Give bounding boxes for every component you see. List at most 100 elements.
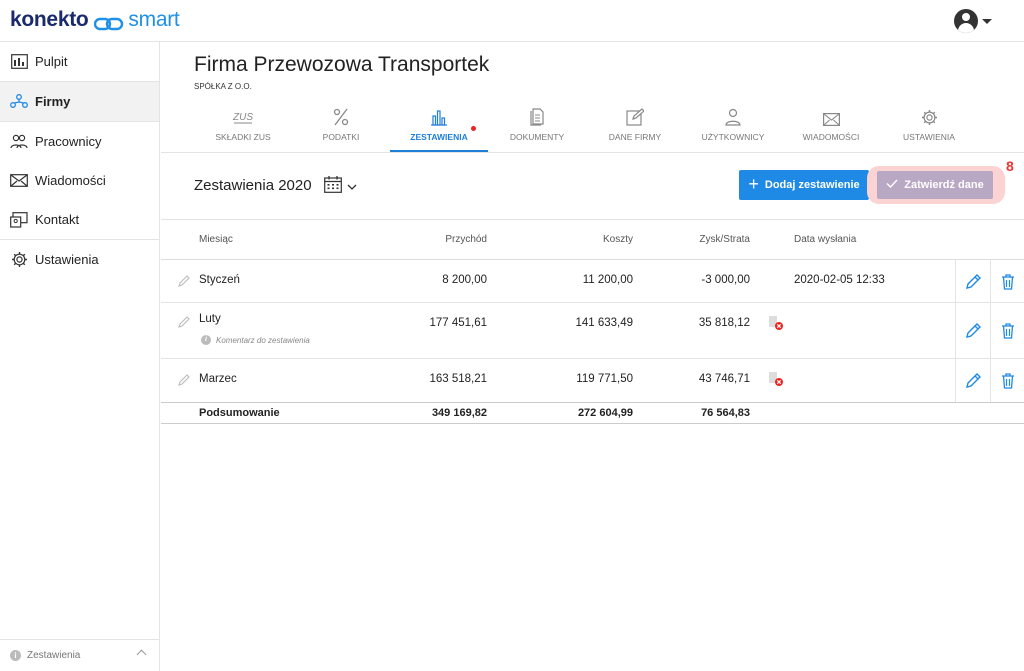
tab-bar: ZUS SKŁADKI ZUS PODATKI ZESTAWIENIA DOKU…	[194, 102, 978, 152]
tab-ustawienia[interactable]: USTAWIENIA	[880, 102, 978, 152]
annotation-badge: 8	[1006, 158, 1014, 174]
tab-podatki[interactable]: PODATKI	[292, 102, 390, 152]
summary-label: Podsumowanie	[199, 407, 280, 419]
divider	[990, 303, 991, 358]
row-month: Styczeń	[199, 274, 240, 286]
gear-icon	[880, 104, 978, 126]
column-header-profit: Zysk/Strata	[699, 234, 750, 245]
row-profit: 43 746,71	[698, 373, 750, 385]
sidebar-item-ustawienia[interactable]: Ustawienia	[0, 240, 159, 279]
summary-costs: 272 604,99	[577, 407, 633, 419]
mail-icon	[10, 172, 28, 190]
info-icon: i	[10, 650, 21, 661]
statements-table: Miesiąc Przychód Koszty Zysk/Strata Data…	[161, 220, 1024, 424]
table-row: Styczeń 8 200,00 11 200,00 -3 000,00 202…	[161, 260, 1024, 303]
companies-icon	[10, 93, 28, 111]
chevron-down-icon	[982, 18, 992, 24]
gear-icon	[10, 251, 28, 269]
table-row: Marzec 163 518,21 119 771,50 43 746,71	[161, 359, 1024, 402]
sidebar-item-label: Pulpit	[35, 54, 68, 69]
table-row: Luty i Komentarz do zestawienia 177 451,…	[161, 303, 1024, 359]
app-logo[interactable]: konekto smart	[10, 8, 180, 32]
divider	[955, 359, 956, 402]
row-comment[interactable]: i Komentarz do zestawienia	[201, 335, 310, 345]
row-costs: 119 771,50	[576, 373, 633, 385]
tab-dokumenty[interactable]: DOKUMENTY	[488, 102, 586, 152]
row-sent-date: 2020-02-05 12:33	[794, 274, 885, 286]
column-header-income: Przychód	[445, 234, 487, 245]
company-type: SPÓŁKA Z O.O.	[194, 82, 252, 91]
sidebar-item-label: Firmy	[35, 94, 71, 109]
pencil-icon[interactable]	[177, 373, 191, 387]
document-icon	[488, 104, 586, 126]
bar-chart-icon	[390, 104, 488, 126]
table-header: Miesiąc Przychód Koszty Zysk/Strata Data…	[161, 220, 1024, 260]
tab-dane-firmy[interactable]: DANE FIRMY	[586, 102, 684, 152]
delete-row-button[interactable]	[999, 273, 1017, 291]
sidebar-item-firmy[interactable]: Firmy	[0, 82, 159, 121]
pencil-icon[interactable]	[177, 315, 191, 329]
edit-icon	[586, 104, 684, 126]
sidebar-item-label: Pracownicy	[35, 134, 102, 149]
add-statement-label: Dodaj zestawienie	[764, 179, 860, 191]
section-title: Zestawienia 2020	[194, 177, 312, 194]
sidebar-item-pracownicy[interactable]: Pracownicy	[0, 122, 159, 161]
sidebar-footer[interactable]: i Zestawienia	[0, 639, 159, 671]
dashboard-icon	[10, 53, 28, 71]
user-menu[interactable]	[954, 9, 992, 33]
sidebar-item-wiadomosci[interactable]: Wiadomości	[0, 161, 159, 200]
tab-label: SKŁADKI ZUS	[215, 132, 271, 142]
add-statement-button[interactable]: + Dodaj zestawienie	[739, 170, 869, 200]
summary-profit: 76 564,83	[701, 407, 750, 419]
edit-row-button[interactable]	[964, 372, 982, 390]
tab-label: ZESTAWIENIA	[410, 132, 468, 142]
divider	[990, 359, 991, 402]
tab-uzytkownicy[interactable]: UŻYTKOWNICY	[684, 102, 782, 152]
column-header-sent: Data wysłania	[794, 234, 857, 245]
tab-label: DANE FIRMY	[608, 132, 662, 142]
delete-row-button[interactable]	[999, 322, 1017, 340]
year-picker[interactable]	[324, 176, 357, 198]
delete-row-button[interactable]	[999, 372, 1017, 390]
notification-dot	[471, 126, 476, 131]
sidebar-item-label: Kontakt	[35, 212, 80, 227]
edit-row-button[interactable]	[964, 273, 982, 291]
row-month: Luty	[199, 313, 221, 325]
page-title: Firma Przewozowa Transportek	[194, 53, 490, 76]
row-costs: 141 633,49	[575, 317, 633, 329]
sidebar: Pulpit Firmy Pracownicy Wiadomości Konta…	[0, 42, 160, 671]
top-bar: konekto smart	[0, 0, 1024, 42]
logo-text: konekto	[10, 8, 89, 31]
tab-skladki-zus[interactable]: ZUS SKŁADKI ZUS	[194, 102, 292, 152]
tab-zestawienia[interactable]: ZESTAWIENIA	[390, 102, 488, 152]
sidebar-item-pulpit[interactable]: Pulpit	[0, 42, 159, 81]
tab-label: DOKUMENTY	[509, 132, 565, 142]
divider	[955, 260, 956, 302]
row-profit: -3 000,00	[701, 274, 750, 286]
summary-row: Podsumowanie 349 169,82 272 604,99 76 56…	[161, 402, 1024, 424]
column-header-month: Miesiąc	[199, 234, 233, 245]
row-costs: 11 200,00	[582, 274, 633, 286]
info-icon: i	[201, 335, 211, 345]
logo-link-icon	[94, 13, 124, 31]
employees-icon	[10, 133, 28, 151]
divider	[955, 303, 956, 358]
tab-label: UŻYTKOWNICY	[701, 132, 765, 142]
row-income: 177 451,61	[429, 317, 487, 329]
sidebar-item-label: Ustawienia	[35, 252, 99, 267]
chevron-up-icon[interactable]	[136, 649, 147, 660]
tab-label: WIADOMOŚCI	[802, 132, 860, 142]
percent-icon	[292, 104, 390, 126]
sidebar-item-kontakt[interactable]: Kontakt	[0, 200, 159, 239]
chevron-down-icon	[347, 178, 357, 196]
confirm-data-button[interactable]: Zatwierdź dane	[877, 171, 993, 199]
edit-row-button[interactable]	[964, 322, 982, 340]
calendar-icon	[324, 176, 342, 198]
row-income: 163 518,21	[429, 373, 487, 385]
divider	[990, 260, 991, 302]
column-header-costs: Koszty	[602, 234, 633, 245]
divider	[161, 152, 1024, 153]
tab-wiadomosci[interactable]: WIADOMOŚCI	[782, 102, 880, 152]
row-month: Marzec	[199, 373, 237, 385]
pencil-icon[interactable]	[177, 274, 191, 288]
